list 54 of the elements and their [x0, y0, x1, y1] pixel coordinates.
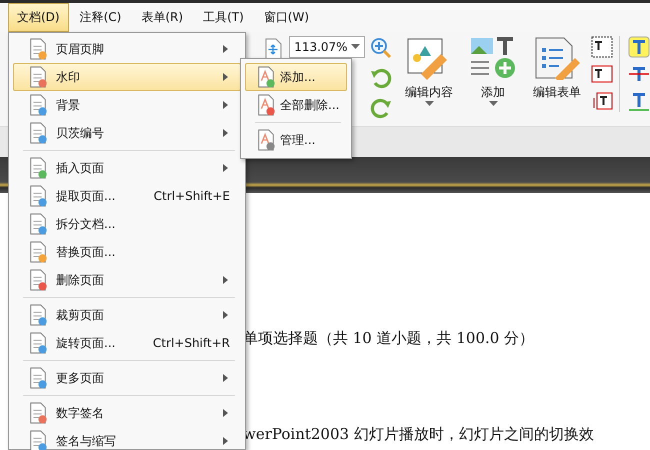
page-icon	[28, 332, 48, 354]
menu-bar-item[interactable]: 工具(T)	[194, 3, 253, 32]
callout-icon[interactable]	[591, 90, 613, 112]
page-icon	[28, 66, 48, 88]
menu-item[interactable]: 添加...	[245, 63, 347, 91]
menu-item[interactable]: 水印	[13, 63, 241, 91]
menu-bar-item[interactable]: 窗口(W)	[254, 3, 318, 32]
menu-bar-item[interactable]: 表单(R)	[132, 3, 192, 32]
menu-item[interactable]: 删除页面	[13, 266, 241, 294]
page-icon	[28, 157, 48, 179]
caret-icon[interactable]	[351, 44, 360, 50]
zoom-field[interactable]: 113.07%	[289, 36, 365, 58]
page-icon	[28, 94, 48, 116]
menu-item[interactable]: 签名与缩写	[13, 427, 241, 450]
page-icon	[28, 241, 48, 263]
menu-item[interactable]: 页眉页脚	[13, 35, 241, 63]
menu-item[interactable]: 裁剪页面	[13, 301, 241, 329]
underline-icon[interactable]	[628, 90, 650, 112]
page-icon	[28, 367, 48, 389]
toolbar-button[interactable]: 添加	[465, 36, 521, 107]
rotate-left-icon[interactable]	[369, 66, 393, 90]
page-icon	[28, 304, 48, 326]
menu-item[interactable]: 管理...	[245, 126, 347, 154]
menu-item[interactable]: 旋转页面... Ctrl+Shift+R	[13, 329, 241, 357]
add-image-text-icon	[469, 36, 517, 80]
page-icon	[28, 38, 48, 60]
menu-item[interactable]: 拆分文档...	[13, 210, 241, 238]
zoom-in-icon[interactable]	[369, 36, 393, 60]
menu-item[interactable]: 数字签名	[13, 399, 241, 427]
menu-item[interactable]: 替换页面...	[13, 238, 241, 266]
toolbar-button[interactable]: 编辑内容	[401, 36, 457, 107]
highlight-text-icon[interactable]	[628, 36, 650, 58]
page-icon	[28, 185, 48, 207]
rotate-right-icon[interactable]	[369, 96, 393, 120]
menu-item[interactable]: 提取页面... Ctrl+Shift+E	[13, 182, 241, 210]
text-field-icon[interactable]	[591, 36, 613, 58]
page-icon	[28, 213, 48, 235]
menu-item[interactable]: 全部删除...	[245, 91, 347, 119]
page-icon	[28, 122, 48, 144]
toolbar-button[interactable]: 编辑表单	[529, 36, 585, 101]
watermark-icon	[256, 129, 276, 151]
menu-bar-item[interactable]: 文档(D)	[8, 3, 69, 32]
edit-form-icon	[533, 36, 581, 80]
watermark-icon	[256, 66, 276, 88]
menu-item[interactable]: 贝茨编号	[13, 119, 241, 147]
text-box-icon[interactable]	[591, 63, 613, 85]
document-text: werPoint2003 幻灯片播放时，幻灯片之间的切换效	[243, 425, 594, 444]
menu-bar-item[interactable]: 注释(C)	[70, 3, 130, 32]
menu-item[interactable]: 背景	[13, 91, 241, 119]
page-icon	[28, 269, 48, 291]
watermark-icon	[256, 94, 276, 116]
menu-item[interactable]: 更多页面	[13, 364, 241, 392]
menu-item[interactable]: 插入页面	[13, 154, 241, 182]
page-icon	[28, 402, 48, 424]
